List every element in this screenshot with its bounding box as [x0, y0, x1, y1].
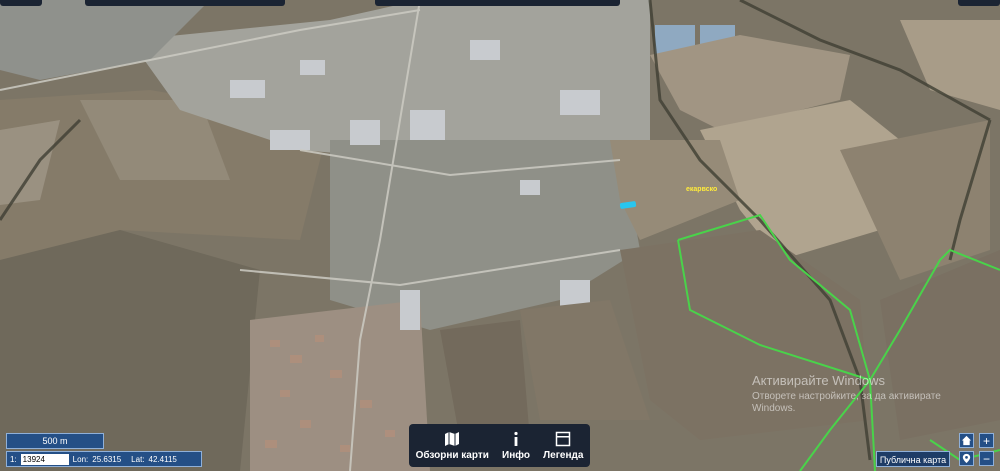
lat-label: Lat:: [131, 454, 145, 464]
top-bar: [375, 0, 620, 6]
scale-prefix: 1:: [10, 454, 17, 464]
top-bar: [958, 0, 1000, 6]
lat-value: 42.4115: [148, 454, 177, 464]
legend-label: Легенда: [543, 449, 584, 461]
location-pin-icon: [962, 453, 971, 464]
legend-button[interactable]: Легенда: [543, 431, 583, 461]
public-map-button[interactable]: Публична карта: [876, 451, 950, 467]
scale-bar: 500 m: [6, 433, 104, 449]
watermark-subtitle: Отворете настройките, за да активирате W…: [752, 391, 941, 414]
windows-activation-watermark: Активирайте Windows Отворете настройките…: [752, 373, 962, 415]
location-button[interactable]: [959, 451, 974, 466]
info-button[interactable]: Инфо: [502, 431, 530, 461]
top-bar: [85, 0, 285, 6]
info-icon: [514, 431, 518, 446]
home-icon: [961, 435, 972, 446]
zoom-out-button[interactable]: −: [979, 451, 994, 466]
watermark-title: Активирайте Windows: [752, 373, 885, 388]
overview-maps-label: Обзорни карти: [415, 449, 489, 461]
lon-value: 25.6315: [92, 454, 122, 464]
home-button[interactable]: [959, 433, 974, 448]
lon-label: Lon:: [72, 454, 89, 464]
coordinate-bar: 1: Lon: 25.6315 Lat: 42.4115: [6, 451, 202, 467]
zoom-in-button[interactable]: +: [979, 433, 994, 448]
overview-maps-button[interactable]: Обзорни карти: [416, 431, 489, 461]
bottom-toolbar: Обзорни карти Инфо Легенда: [409, 424, 590, 467]
top-bar: [0, 0, 42, 6]
info-label: Инфо: [502, 449, 530, 461]
place-label: екарвско: [686, 186, 718, 193]
legend-icon: [556, 431, 571, 446]
scale-input[interactable]: [20, 453, 69, 465]
map-icon: [445, 431, 460, 446]
